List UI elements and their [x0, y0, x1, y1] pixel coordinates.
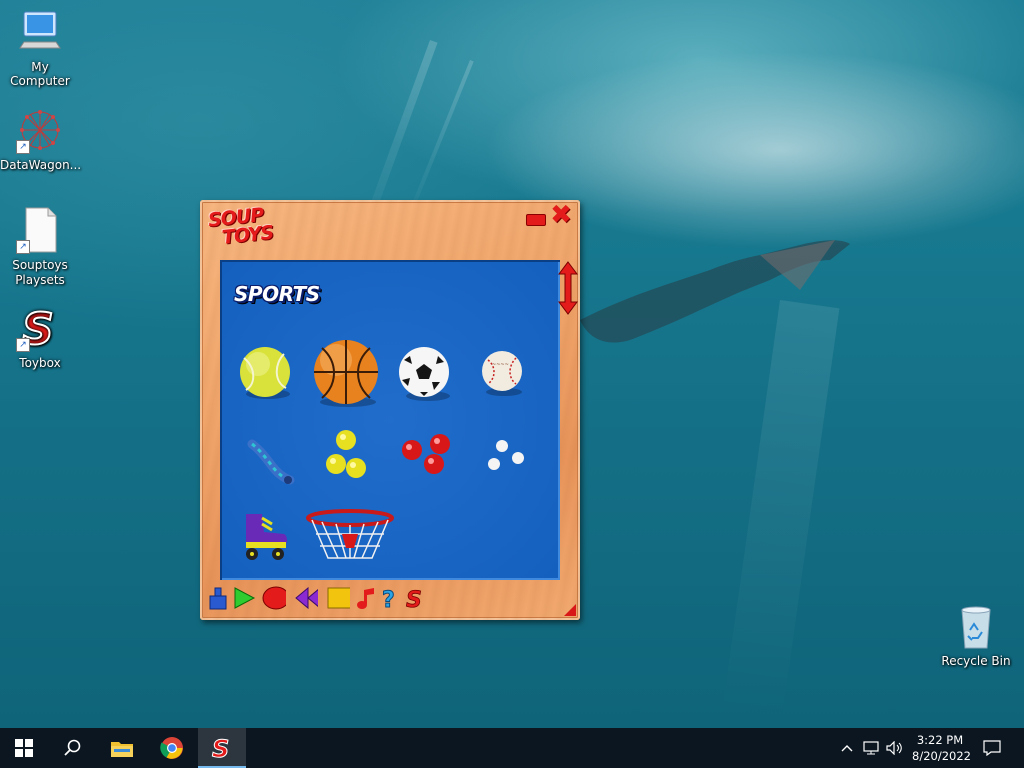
clock-time: 3:22 PM — [916, 733, 964, 747]
notification-icon — [983, 740, 1001, 756]
tray-network[interactable] — [860, 728, 882, 768]
desktop-icon-datawagon[interactable]: ↗ DataWagon... — [0, 106, 82, 172]
help-icon[interactable]: ? — [380, 586, 404, 611]
datawagon-molecule-icon: ↗ — [16, 106, 64, 154]
windows-start-icon — [15, 739, 33, 757]
taskbar-chrome[interactable] — [148, 728, 196, 768]
svg-text:?: ? — [382, 588, 395, 610]
svg-text:S: S — [406, 588, 422, 610]
souptoys-s-logo-icon: S ↗ — [16, 303, 64, 356]
souptoys-logo: SOUP TOYS — [207, 204, 278, 250]
chevron-up-icon — [841, 745, 853, 752]
minimize-button[interactable] — [526, 214, 546, 226]
basketball-hoop-icon[interactable] — [306, 508, 396, 568]
souptoys-window[interactable]: SOUP TOYS ✖ ~~~~ SPORTS ? S — [200, 200, 580, 620]
yellow-balls-icon[interactable] — [324, 428, 374, 484]
tray-volume[interactable] — [884, 728, 906, 768]
baseball-icon[interactable]: ~~~~ — [480, 350, 528, 398]
desktop-background: My Computer ↗ DataWagon... ↗ Souptoys Pl… — [0, 0, 1024, 728]
music-icon[interactable] — [356, 586, 380, 610]
toolbar: ? S — [206, 586, 436, 612]
chrome-icon — [160, 737, 183, 759]
light-ray — [721, 300, 840, 725]
desktop-icon-label: My Computer — [10, 60, 70, 88]
scroll-up-down-icon[interactable] — [558, 260, 578, 316]
computer-icon — [16, 8, 64, 56]
desktop-icon-label: Recycle Bin — [941, 654, 1011, 668]
recycle-bin-icon — [952, 602, 1000, 650]
search-icon — [64, 739, 81, 756]
rope-icon[interactable] — [246, 436, 296, 486]
souptoys-app-icon: S — [212, 735, 230, 761]
svg-text:S: S — [212, 735, 229, 760]
network-icon — [863, 741, 879, 755]
play-icon[interactable] — [232, 586, 256, 610]
desktop-icon-toybox[interactable]: S ↗ Toybox — [0, 303, 80, 370]
soccer-ball-icon[interactable] — [398, 346, 454, 402]
basketball-icon[interactable] — [312, 340, 382, 410]
volume-icon — [886, 741, 902, 755]
rewind-icon[interactable] — [294, 586, 318, 610]
desktop-icon-label: Toybox — [19, 356, 61, 370]
search-button[interactable] — [48, 728, 96, 768]
red-balls-icon[interactable] — [398, 432, 454, 478]
stop-icon[interactable] — [326, 586, 350, 610]
toy-panel: ~~~~ — [220, 260, 560, 580]
diver-silhouette — [580, 240, 850, 343]
clock-date: 8/20/2022 — [912, 749, 971, 763]
document-icon: ↗ — [16, 206, 64, 254]
taskbar: S 3:22 PM 8/20/2022 — [0, 728, 1024, 768]
record-icon[interactable] — [262, 586, 286, 610]
white-balls-icon[interactable] — [484, 438, 524, 474]
taskbar-souptoys[interactable]: S — [198, 728, 246, 768]
shortcut-arrow-icon: ↗ — [16, 140, 30, 154]
logo-line-toys: TOYS — [221, 221, 275, 249]
desktop-icon-my-computer[interactable]: My Computer — [0, 8, 80, 88]
svg-text:~~~~: ~~~~ — [492, 362, 509, 368]
desktop-icon-recycle-bin[interactable]: Recycle Bin — [936, 602, 1016, 668]
taskbar-file-explorer[interactable] — [98, 728, 146, 768]
tray-overflow-button[interactable] — [836, 728, 858, 768]
desktop-icon-label: Souptoys Playsets — [12, 258, 68, 287]
start-button[interactable] — [0, 728, 48, 768]
file-explorer-icon — [111, 742, 133, 757]
panel-title: SPORTS — [234, 282, 320, 306]
desktop-icon-label: DataWagon... — [0, 158, 82, 172]
resize-grip[interactable] — [564, 604, 576, 616]
tennis-ball-icon[interactable] — [238, 346, 294, 402]
notification-button[interactable] — [972, 728, 1012, 768]
shortcut-arrow-icon: ↗ — [16, 338, 30, 352]
souptoys-s-icon[interactable]: S — [404, 586, 428, 610]
desktop-icon-souptoys-playsets[interactable]: ↗ Souptoys Playsets — [0, 206, 80, 288]
taskbar-clock[interactable]: 3:22 PM 8/20/2022 — [912, 732, 971, 764]
roller-skate-icon[interactable] — [240, 510, 292, 562]
shortcut-arrow-icon: ↗ — [16, 240, 30, 254]
save-icon[interactable] — [206, 586, 230, 610]
close-button[interactable]: ✖ — [550, 202, 572, 228]
